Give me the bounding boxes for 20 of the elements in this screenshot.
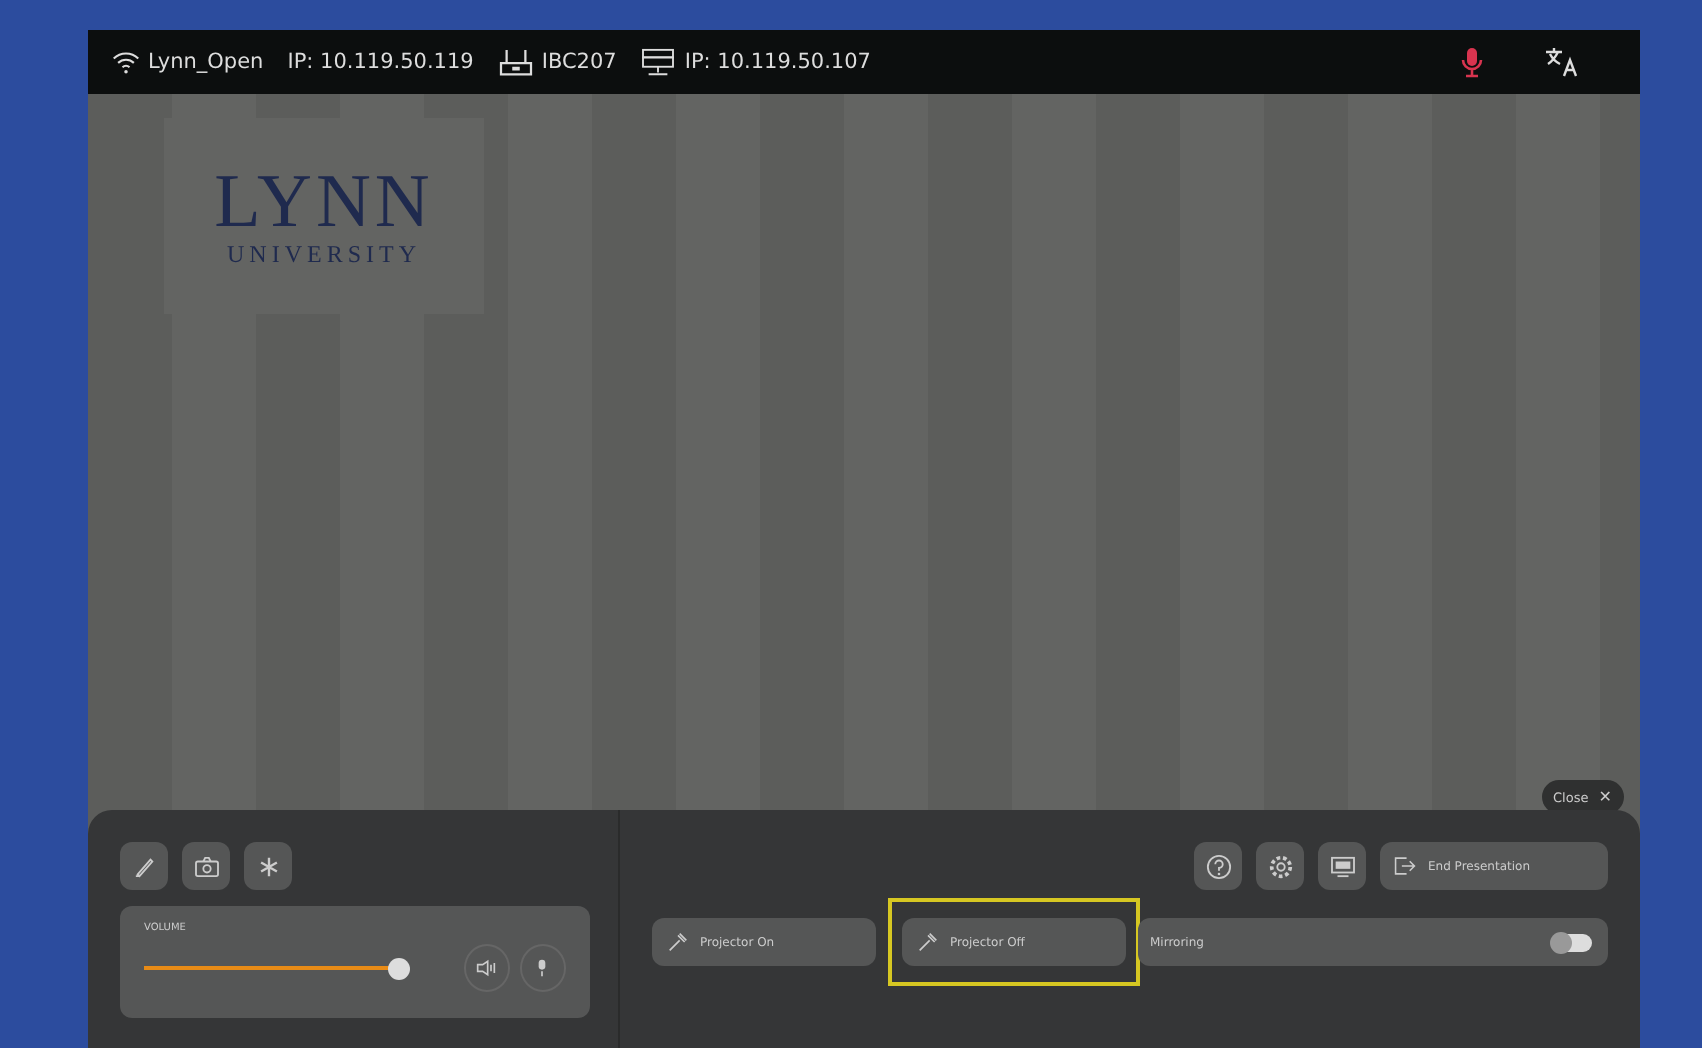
mirroring-toggle[interactable] xyxy=(1552,933,1592,951)
help-icon[interactable] xyxy=(1194,842,1242,890)
microphone-icon[interactable] xyxy=(1460,46,1484,78)
microphone-icon[interactable] xyxy=(519,944,566,992)
device-ip: IP: 10.119.50.107 xyxy=(684,50,871,74)
exit-icon xyxy=(1394,856,1416,876)
network-ip: IP: 10.119.50.119 xyxy=(287,50,474,74)
pen-icon[interactable] xyxy=(120,842,168,890)
speaker-icon[interactable] xyxy=(463,944,510,992)
computer-icon xyxy=(640,47,677,77)
translate-icon[interactable] xyxy=(1544,46,1580,78)
router-icon xyxy=(497,47,534,77)
settings-icon[interactable] xyxy=(1256,842,1304,890)
logo-subtitle: UNIVERSITY xyxy=(227,239,421,269)
logo-name: LYNN xyxy=(214,163,434,239)
wifi-icon xyxy=(112,48,140,76)
network-name: Lynn_Open xyxy=(148,50,264,74)
camera-icon[interactable] xyxy=(182,842,230,890)
room-name: IBC207 xyxy=(541,50,617,74)
screen-icon[interactable] xyxy=(1318,842,1366,890)
